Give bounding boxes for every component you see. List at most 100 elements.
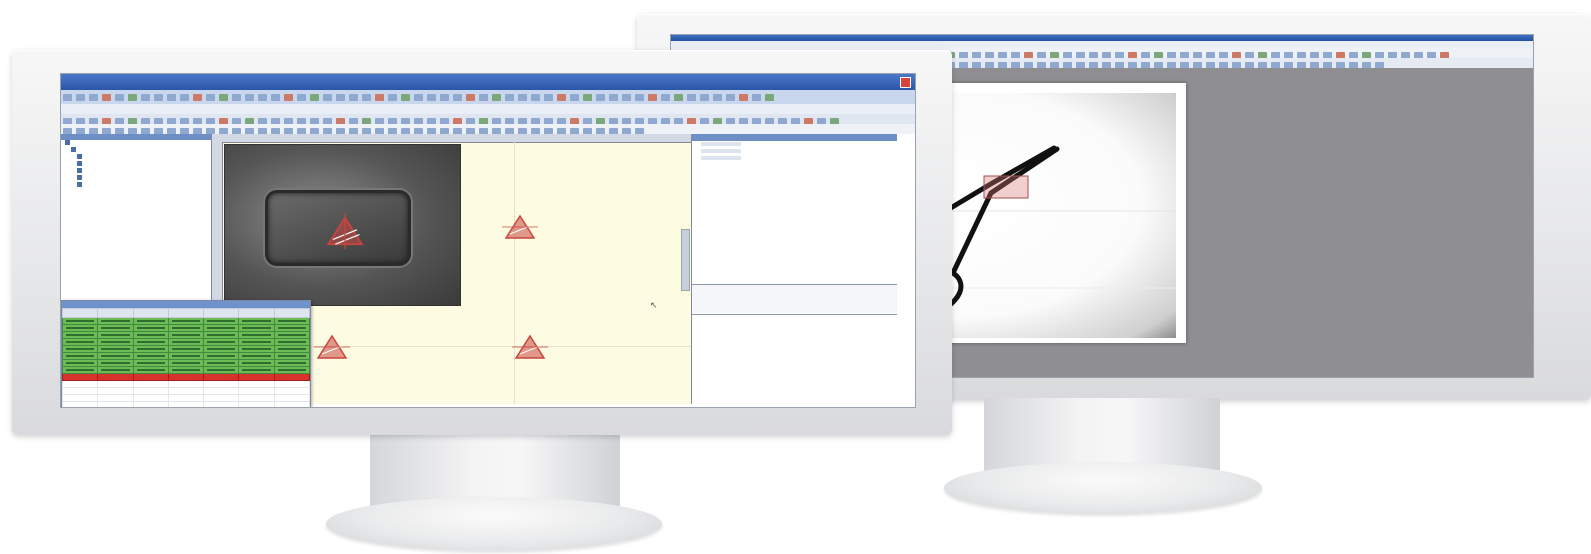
tree-node[interactable]: [61, 168, 211, 175]
toolbar-button-icon[interactable]: [414, 94, 423, 101]
toolbar-button-icon[interactable]: [453, 94, 462, 101]
toolbar-button-icon[interactable]: [661, 94, 670, 101]
toolbar-button-icon[interactable]: [622, 94, 631, 101]
toolbar-button-icon[interactable]: [726, 94, 735, 101]
table-cell: [167, 359, 205, 367]
toolbar-button-icon[interactable]: [544, 94, 553, 101]
table-row[interactable]: [61, 338, 311, 346]
table-row[interactable]: [61, 373, 311, 381]
close-icon[interactable]: [900, 77, 911, 88]
toolbar-button-icon[interactable]: [557, 94, 566, 101]
property-row[interactable]: [692, 148, 897, 155]
column-header[interactable]: [167, 308, 205, 318]
table-row[interactable]: [61, 387, 311, 395]
toolbar-button-icon[interactable]: [674, 94, 683, 101]
toolbar-button-icon[interactable]: [128, 94, 137, 101]
table-cell: [238, 373, 275, 381]
table-row[interactable]: [61, 366, 311, 374]
toolbar-button-icon[interactable]: [739, 94, 748, 101]
canvas-scrollbar[interactable]: [681, 229, 690, 291]
toolbar-button-icon[interactable]: [596, 94, 605, 101]
toolbar-button-icon[interactable]: [206, 94, 215, 101]
column-header[interactable]: [238, 308, 275, 318]
toolbar-button-icon[interactable]: [193, 94, 202, 101]
toolbar-button-icon[interactable]: [232, 94, 241, 101]
tree-node[interactable]: [61, 140, 211, 147]
table-row[interactable]: [61, 394, 311, 402]
toolbar-button-icon[interactable]: [635, 94, 644, 101]
toolbar-button-icon[interactable]: [180, 94, 189, 101]
toolbar-button-icon[interactable]: [89, 94, 98, 101]
tree-node[interactable]: [61, 175, 211, 182]
toolbar-button-icon[interactable]: [583, 94, 592, 101]
tree-node[interactable]: [61, 147, 211, 154]
toolbar-button-icon[interactable]: [76, 94, 85, 101]
toolbar-button-icon[interactable]: [141, 94, 150, 101]
property-value[interactable]: [701, 148, 741, 153]
toolbar-button-icon[interactable]: [219, 94, 228, 101]
property-row[interactable]: [692, 141, 897, 148]
toolbar-button-icon[interactable]: [713, 94, 722, 101]
toolbar-button-icon[interactable]: [310, 94, 319, 101]
fiducial-marker-icon[interactable]: [512, 332, 548, 362]
toolbar-button-icon[interactable]: [479, 94, 488, 101]
toolbar-button-icon[interactable]: [271, 94, 280, 101]
toolbar-button-icon[interactable]: [518, 94, 527, 101]
toolbar-button-icon[interactable]: [258, 94, 267, 101]
fiducial-marker-icon[interactable]: [323, 213, 367, 249]
toolbar-button-icon[interactable]: [388, 94, 397, 101]
toolbar-button-icon[interactable]: [570, 94, 579, 101]
toolbar-button-icon[interactable]: [752, 94, 761, 101]
column-header[interactable]: [203, 308, 240, 318]
column-header[interactable]: [273, 308, 311, 318]
toolbar-button-icon[interactable]: [609, 94, 618, 101]
property-value[interactable]: [701, 141, 741, 146]
toolbar-button-icon[interactable]: [765, 94, 774, 101]
toolbar-button-icon[interactable]: [505, 94, 514, 101]
toolbar-button-icon[interactable]: [466, 94, 475, 101]
tree-node[interactable]: [61, 161, 211, 168]
column-header[interactable]: [132, 308, 169, 318]
table-row[interactable]: [61, 401, 311, 407]
toolbar-button-icon[interactable]: [349, 94, 358, 101]
table-row[interactable]: [61, 380, 311, 388]
cell-value: [277, 341, 306, 343]
toolbar-button-icon[interactable]: [115, 94, 124, 101]
toolbar-button-icon[interactable]: [102, 94, 111, 101]
table-cell: [238, 345, 275, 353]
table-row[interactable]: [61, 345, 311, 353]
fiducial-marker-icon[interactable]: [502, 212, 538, 242]
toolbar-button-icon[interactable]: [297, 94, 306, 101]
column-header[interactable]: [97, 308, 134, 318]
toolbar-button-icon[interactable]: [245, 94, 254, 101]
toolbar-button-icon[interactable]: [401, 94, 410, 101]
toolbar-button-icon[interactable]: [336, 94, 345, 101]
toolbar-button-icon[interactable]: [531, 94, 540, 101]
property-value[interactable]: [701, 155, 741, 160]
table-row[interactable]: [61, 317, 311, 325]
toolbar-button-icon[interactable]: [648, 94, 657, 101]
results-table-window[interactable]: [61, 300, 311, 407]
toolbar-button-icon[interactable]: [167, 94, 176, 101]
table-row[interactable]: [61, 352, 311, 360]
toolbar-button-icon[interactable]: [63, 94, 72, 101]
tree-node[interactable]: [61, 154, 211, 161]
toolbar-button-icon[interactable]: [700, 94, 709, 101]
toolbar-button-icon[interactable]: [427, 94, 436, 101]
toolbar-button-icon[interactable]: [362, 94, 371, 101]
table-row[interactable]: [61, 324, 311, 332]
toolbar-button-icon[interactable]: [687, 94, 696, 101]
toolbar-button-icon[interactable]: [284, 94, 293, 101]
table-row[interactable]: [61, 331, 311, 339]
table-row[interactable]: [61, 359, 311, 367]
toolbar-button-icon[interactable]: [323, 94, 332, 101]
column-header[interactable]: [61, 308, 99, 318]
toolbar-button-icon[interactable]: [375, 94, 384, 101]
toolbar-button-icon[interactable]: [154, 94, 163, 101]
property-row[interactable]: [692, 155, 897, 162]
tree-node[interactable]: [61, 182, 211, 189]
results-window-titlebar[interactable]: [62, 301, 310, 308]
toolbar-button-icon[interactable]: [492, 94, 501, 101]
fiducial-marker-icon[interactable]: [314, 332, 350, 362]
toolbar-button-icon[interactable]: [440, 94, 449, 101]
